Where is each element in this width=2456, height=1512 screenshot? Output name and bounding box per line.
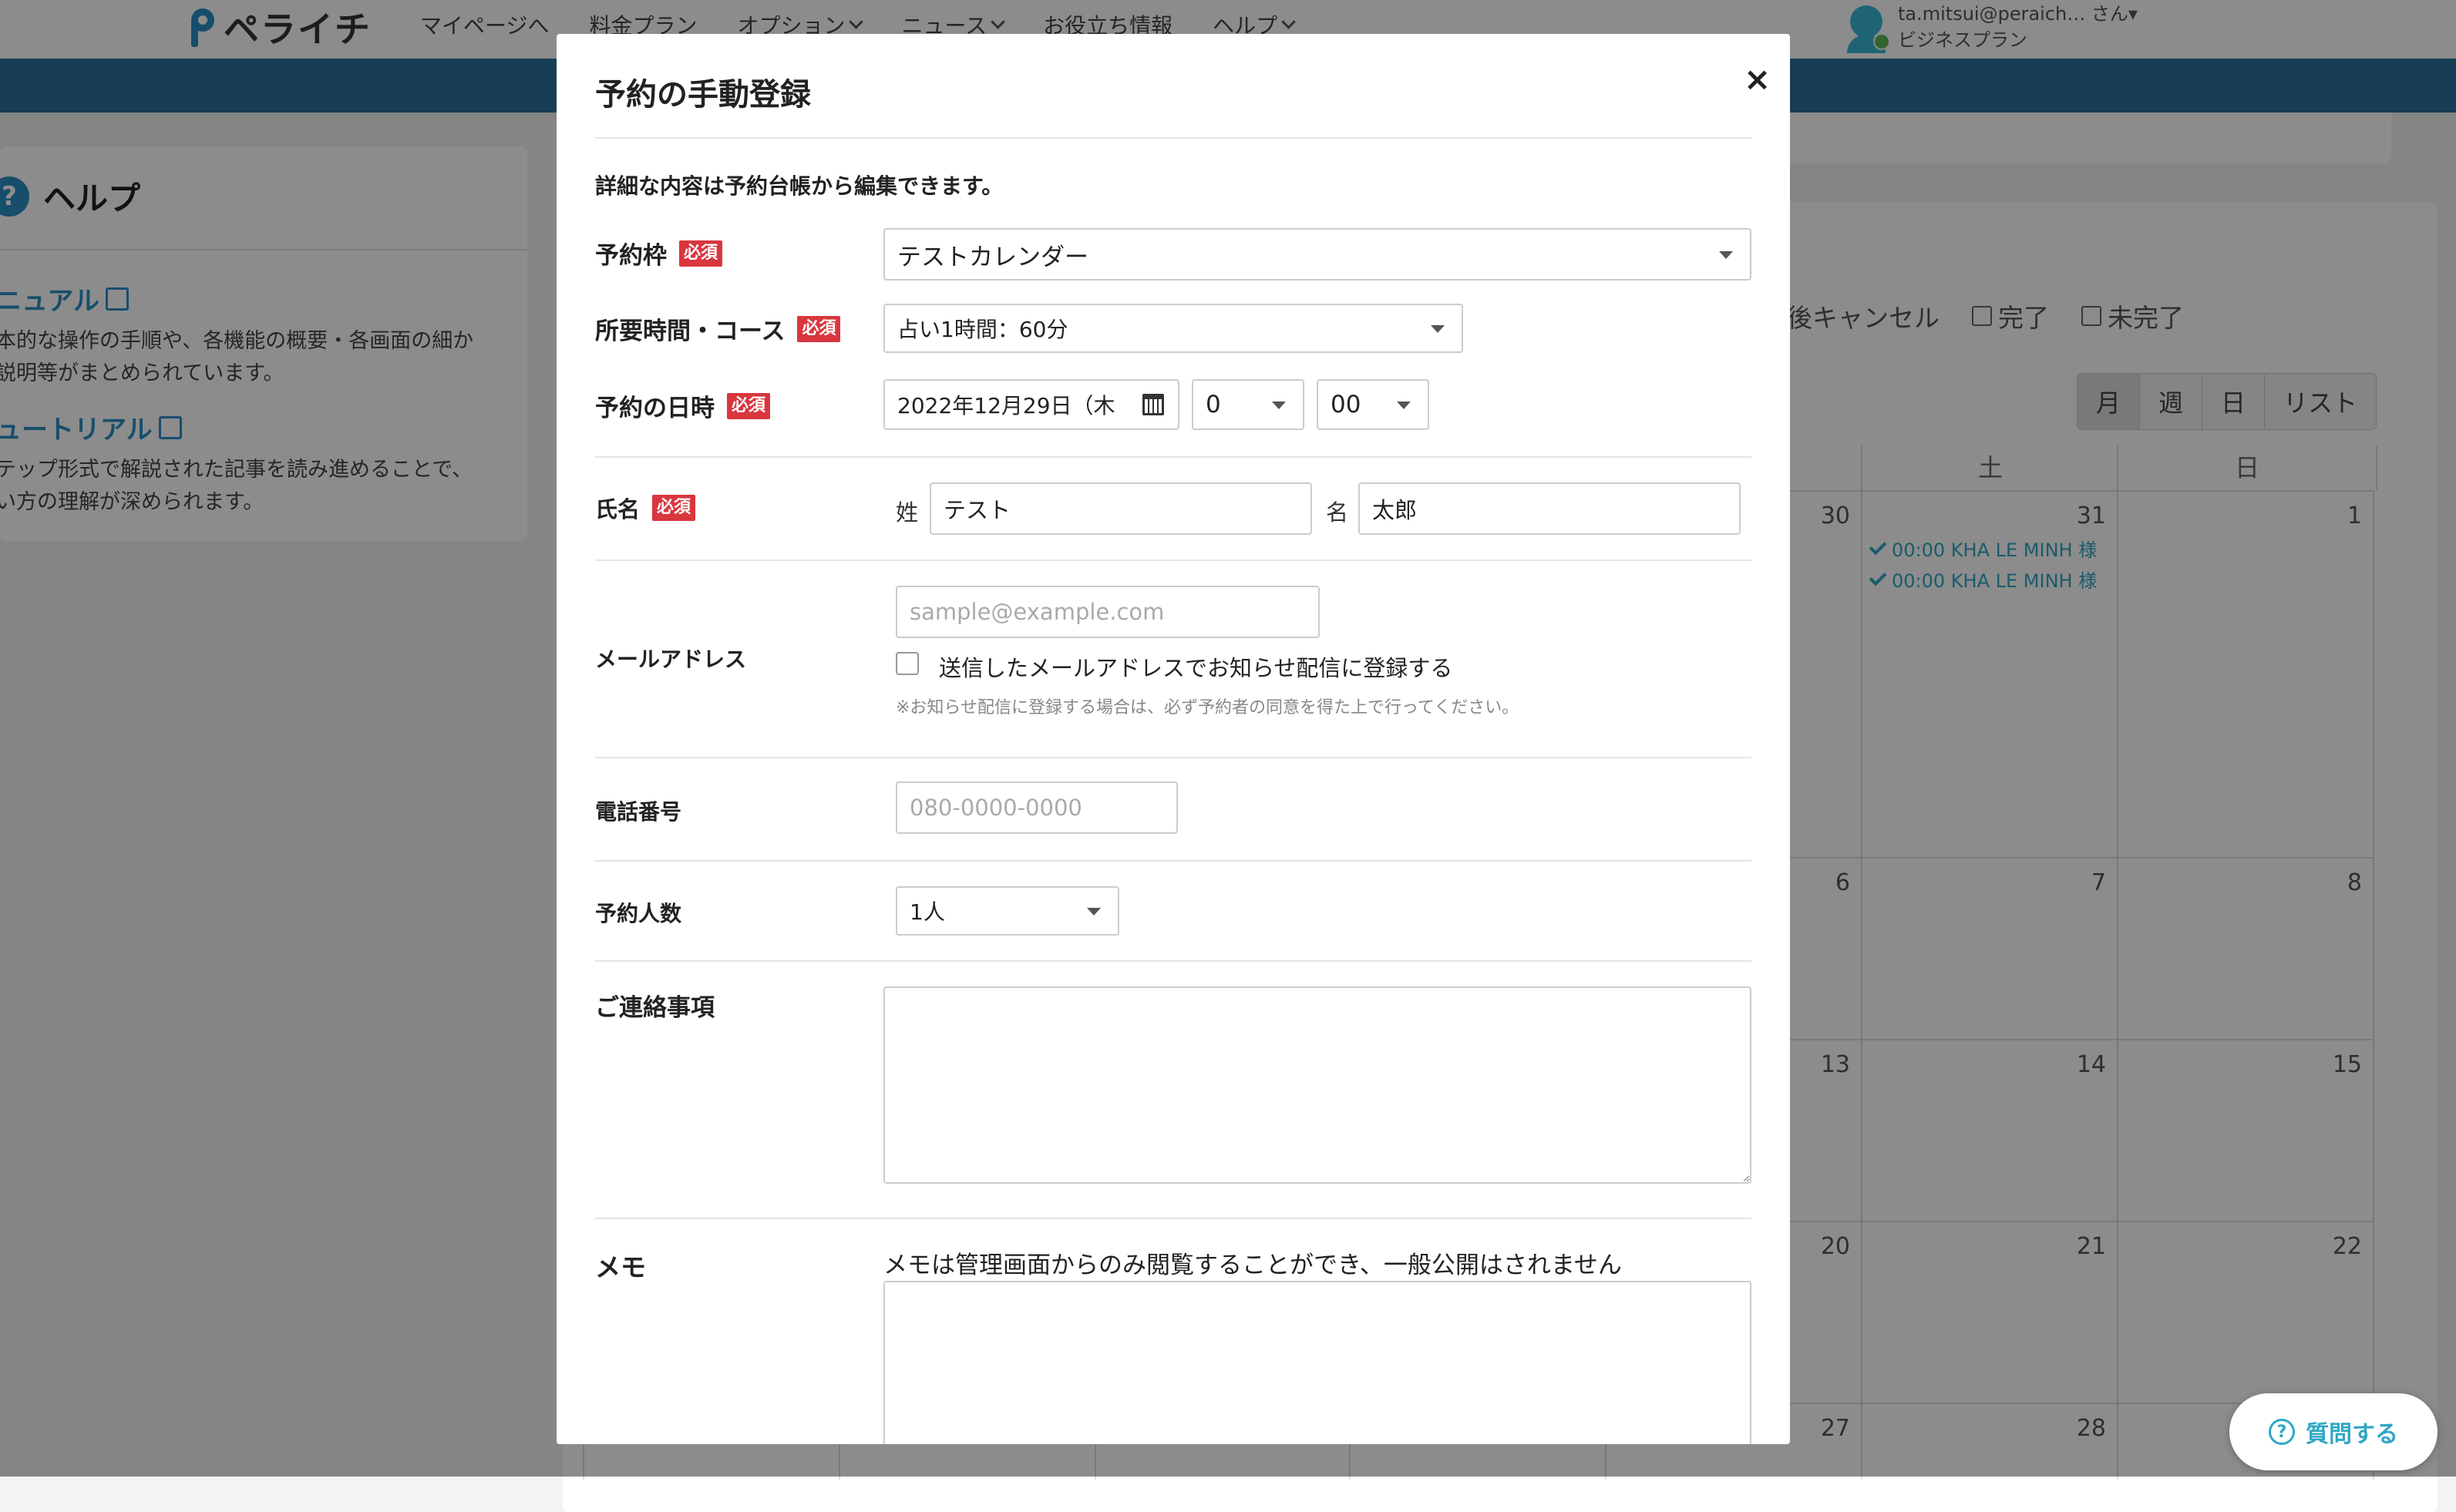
newsletter-checkbox-label: 送信したメールアドレスでお知らせ配信に登録する [939, 655, 1453, 681]
people-select[interactable]: 1人 [896, 886, 1119, 936]
memo-description: メモは管理画面からのみ閲覧することができ、一般公開はされません [883, 1252, 1622, 1279]
field-label-memo: メモ [595, 1247, 646, 1284]
date-picker[interactable]: 2022年12月29日（木 [883, 379, 1179, 430]
caret-down-icon [1272, 402, 1286, 409]
required-badge: 必須 [797, 315, 841, 342]
newsletter-note: ※お知らせ配信に登録する場合は、必ず予約者の同意を得た上で行ってください。 [896, 698, 1519, 717]
course-select[interactable]: 占い1時間：60分 [883, 304, 1463, 353]
modal-title: 予約の手動登録 [595, 77, 811, 113]
minute-select[interactable]: 00 [1317, 379, 1429, 430]
divider [595, 960, 1751, 962]
ask-question-button[interactable]: ? 質問する [2229, 1393, 2437, 1470]
field-label-email: メールアドレス [595, 643, 746, 674]
contact-textarea[interactable] [883, 986, 1751, 1184]
first-name-label: 名 [1326, 499, 1349, 526]
caret-down-icon [1087, 908, 1101, 916]
label-text: メールアドレス [595, 647, 747, 672]
divider [595, 559, 1751, 561]
frame-select[interactable]: テストカレンダー [883, 228, 1751, 281]
last-name-label: 姓 [896, 499, 919, 526]
label-text: 氏名 [595, 496, 641, 522]
field-label-people: 予約人数 [595, 897, 681, 928]
label-text: メモ [595, 1252, 646, 1282]
label-text: 予約人数 [595, 901, 682, 926]
memo-textarea[interactable] [883, 1281, 1751, 1444]
phone-input[interactable] [896, 781, 1178, 834]
divider [595, 860, 1751, 862]
email-input[interactable] [896, 586, 1320, 638]
divider [595, 757, 1751, 758]
field-label-name: 氏名 必須 [595, 492, 696, 524]
field-label-contact: ご連絡事項 [595, 988, 715, 1023]
close-button[interactable]: × [1744, 63, 1771, 96]
label-text: 予約枠 [595, 242, 667, 270]
select-value: 0 [1206, 391, 1221, 418]
last-name-input[interactable] [930, 482, 1312, 535]
divider [595, 456, 1751, 458]
label-text: 電話番号 [595, 799, 682, 825]
field-label-datetime: 予約の日時 必須 [595, 388, 771, 423]
question-circle-icon: ? [2269, 1419, 2295, 1445]
caret-down-icon [1719, 251, 1733, 259]
label-text: ご連絡事項 [595, 994, 715, 1022]
manual-reservation-modal: 予約の手動登録 × 詳細な内容は予約台帳から編集できます。 予約枠 必須 テストカ… [557, 34, 1790, 1444]
date-value: 2022年12月29日（木 [897, 393, 1115, 418]
calendar-icon [1142, 394, 1164, 415]
required-badge: 必須 [652, 495, 696, 521]
field-label-course: 所要時間・コース 必須 [595, 311, 841, 346]
select-value: 占い1時間：60分 [897, 317, 1068, 342]
divider [595, 137, 1751, 139]
newsletter-checkbox[interactable] [896, 652, 919, 675]
hour-select[interactable]: 0 [1192, 379, 1304, 430]
field-label-phone: 電話番号 [595, 795, 681, 826]
label-text: 所要時間・コース [595, 318, 786, 345]
select-value: 1人 [910, 899, 945, 925]
caret-down-icon [1431, 325, 1445, 333]
ask-question-label: 質問する [2306, 1421, 2398, 1448]
required-badge: 必須 [679, 240, 723, 267]
field-label-frame: 予約枠 必須 [595, 236, 723, 270]
first-name-input[interactable] [1358, 482, 1741, 535]
select-value: 00 [1331, 391, 1361, 418]
required-badge: 必須 [727, 392, 771, 419]
divider [595, 1218, 1751, 1219]
page-root: ペライチ マイページへ 料金プラン オプション ニュース お役立ち情報 ヘルプ … [0, 0, 2456, 1512]
label-text: 予約の日時 [595, 395, 715, 422]
select-value: テストカレンダー [897, 243, 1088, 271]
caret-down-icon [1397, 402, 1411, 409]
modal-intro: 詳細な内容は予約台帳から編集できます。 [595, 173, 1004, 199]
